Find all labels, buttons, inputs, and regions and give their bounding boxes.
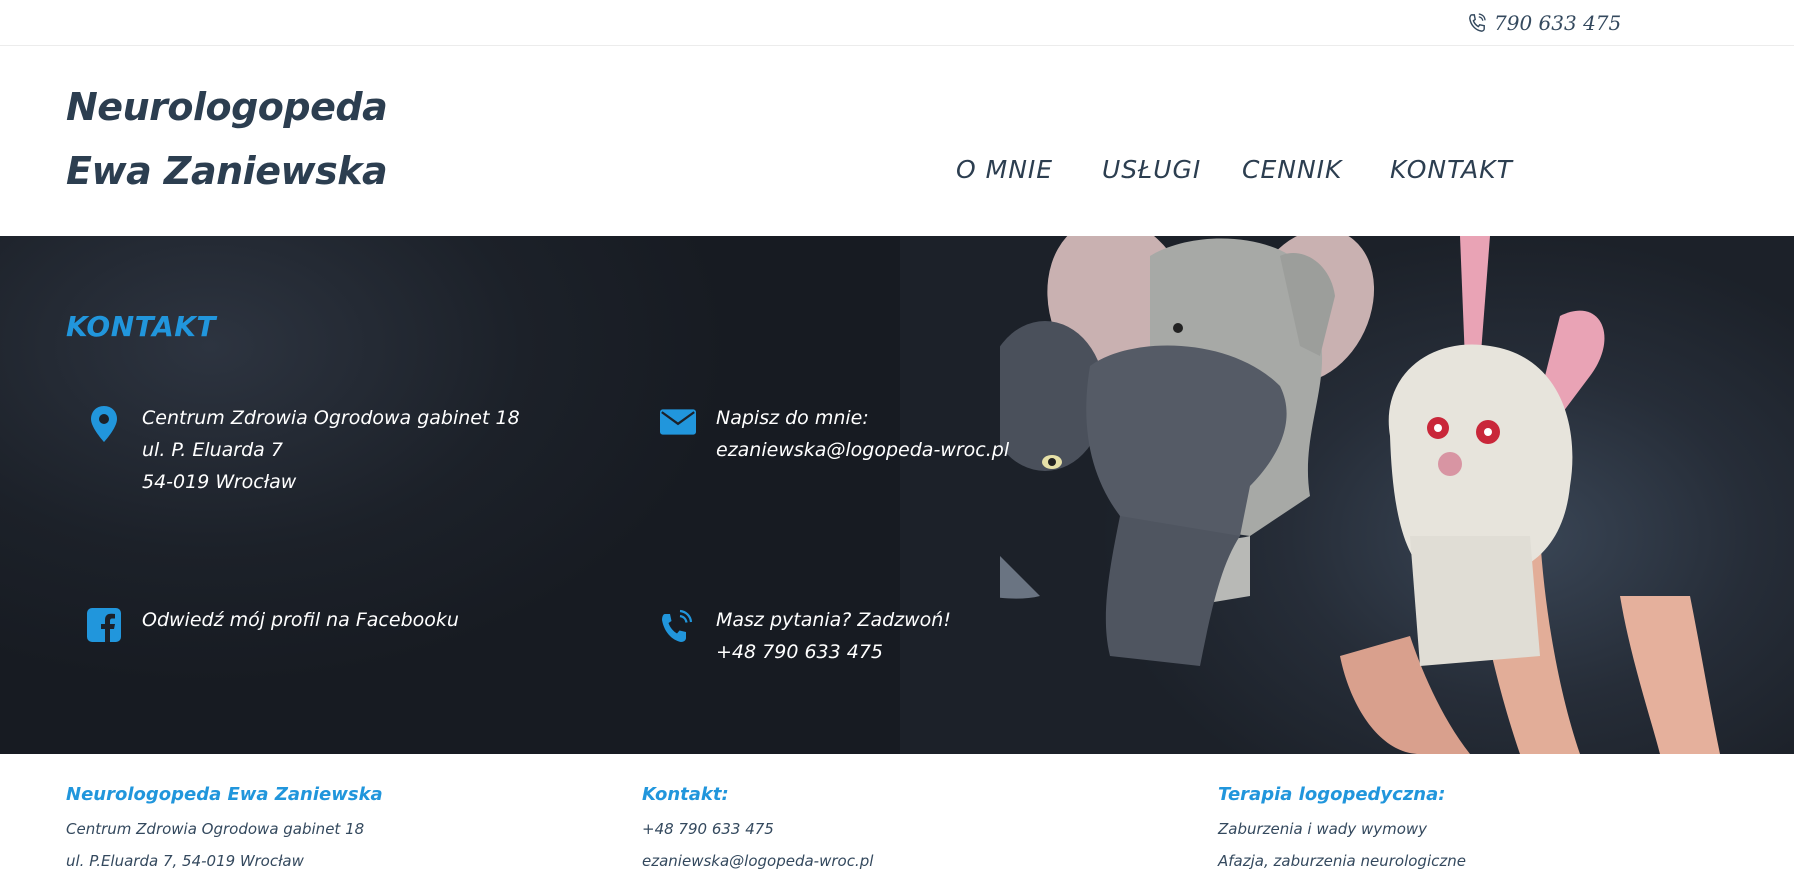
contact-section: KONTAKT Centrum Zdrowia Ogrodowa gabinet… [0, 236, 1794, 754]
finger-puppets-image [1000, 236, 1720, 754]
footer-phone-link[interactable]: +48 790 633 475 [642, 813, 873, 845]
address-line-2: ul. P. Eluarda 7 [142, 439, 283, 461]
footer-col-contact: Kontakt: +48 790 633 475 ezaniewska@logo… [642, 784, 873, 877]
contact-facebook[interactable]: Odwiedź mój profil na Facebooku [86, 604, 459, 644]
phone-line-1: Masz pytania? Zadzwoń! [716, 609, 951, 631]
footer-heading: Neurologopeda Ewa Zaniewska [66, 784, 383, 805]
phone-ringing-icon [660, 604, 696, 644]
contact-title: KONTAKT [66, 310, 217, 343]
map-pin-icon [86, 402, 122, 442]
contact-phone: Masz pytania? Zadzwoń! +48 790 633 475 [660, 604, 951, 668]
nav-item-uslugi[interactable]: USŁUGI [1102, 155, 1222, 184]
mail-line-1: Napisz do mnie: [716, 407, 869, 429]
footer-email-link[interactable]: ezaniewska@logopeda-wroc.pl [642, 845, 873, 877]
facebook-icon [86, 604, 122, 644]
address-line-1: Centrum Zdrowia Ogrodowa gabinet 18 [142, 407, 520, 429]
top-phone[interactable]: 790 633 475 [1468, 10, 1621, 36]
mail-address-link[interactable]: ezaniewska@logopeda-wroc.pl [716, 434, 1009, 466]
footer-heading: Kontakt: [642, 784, 729, 805]
phone-icon [1469, 13, 1486, 32]
logo-line-1: Neurologopeda [66, 85, 388, 129]
contact-mail: Napisz do mnie: ezaniewska@logopeda-wroc… [660, 402, 1009, 466]
envelope-icon [660, 402, 696, 442]
footer-therapy-link[interactable]: Afazja, zaburzenia neurologiczne [1218, 845, 1466, 877]
address-line-3: 54-019 Wrocław [142, 471, 297, 493]
footer-line: Centrum Zdrowia Ogrodowa gabinet 18 [66, 820, 365, 838]
phone-number-link[interactable]: +48 790 633 475 [716, 636, 951, 668]
site-logo[interactable]: Neurologopeda Ewa Zaniewska [66, 75, 388, 203]
footer-col-therapy: Terapia logopedyczna: Zaburzenia i wady … [1218, 784, 1466, 877]
nav-item-cennik[interactable]: CENNIK [1242, 155, 1362, 184]
logo-line-2: Ewa Zaniewska [66, 149, 388, 193]
footer-heading: Terapia logopedyczna: [1218, 784, 1446, 805]
header: Neurologopeda Ewa Zaniewska O MNIE USŁUG… [0, 47, 1794, 236]
nav-item-o-mnie[interactable]: O MNIE [956, 155, 1076, 184]
footer: Neurologopeda Ewa Zaniewska Centrum Zdro… [0, 754, 1794, 888]
nav-item-kontakt[interactable]: KONTAKT [1390, 155, 1530, 184]
footer-line: ul. P.Eluarda 7, 54-019 Wrocław [66, 852, 304, 870]
footer-therapy-link[interactable]: Zaburzenia i wady wymowy [1218, 813, 1466, 845]
top-phone-number: 790 633 475 [1494, 11, 1622, 35]
contact-address: Centrum Zdrowia Ogrodowa gabinet 18 ul. … [86, 402, 520, 498]
footer-col-about: Neurologopeda Ewa Zaniewska Centrum Zdro… [66, 784, 383, 877]
top-bar: 790 633 475 [0, 0, 1794, 46]
facebook-link[interactable]: Odwiedź mój profil na Facebooku [142, 604, 459, 636]
